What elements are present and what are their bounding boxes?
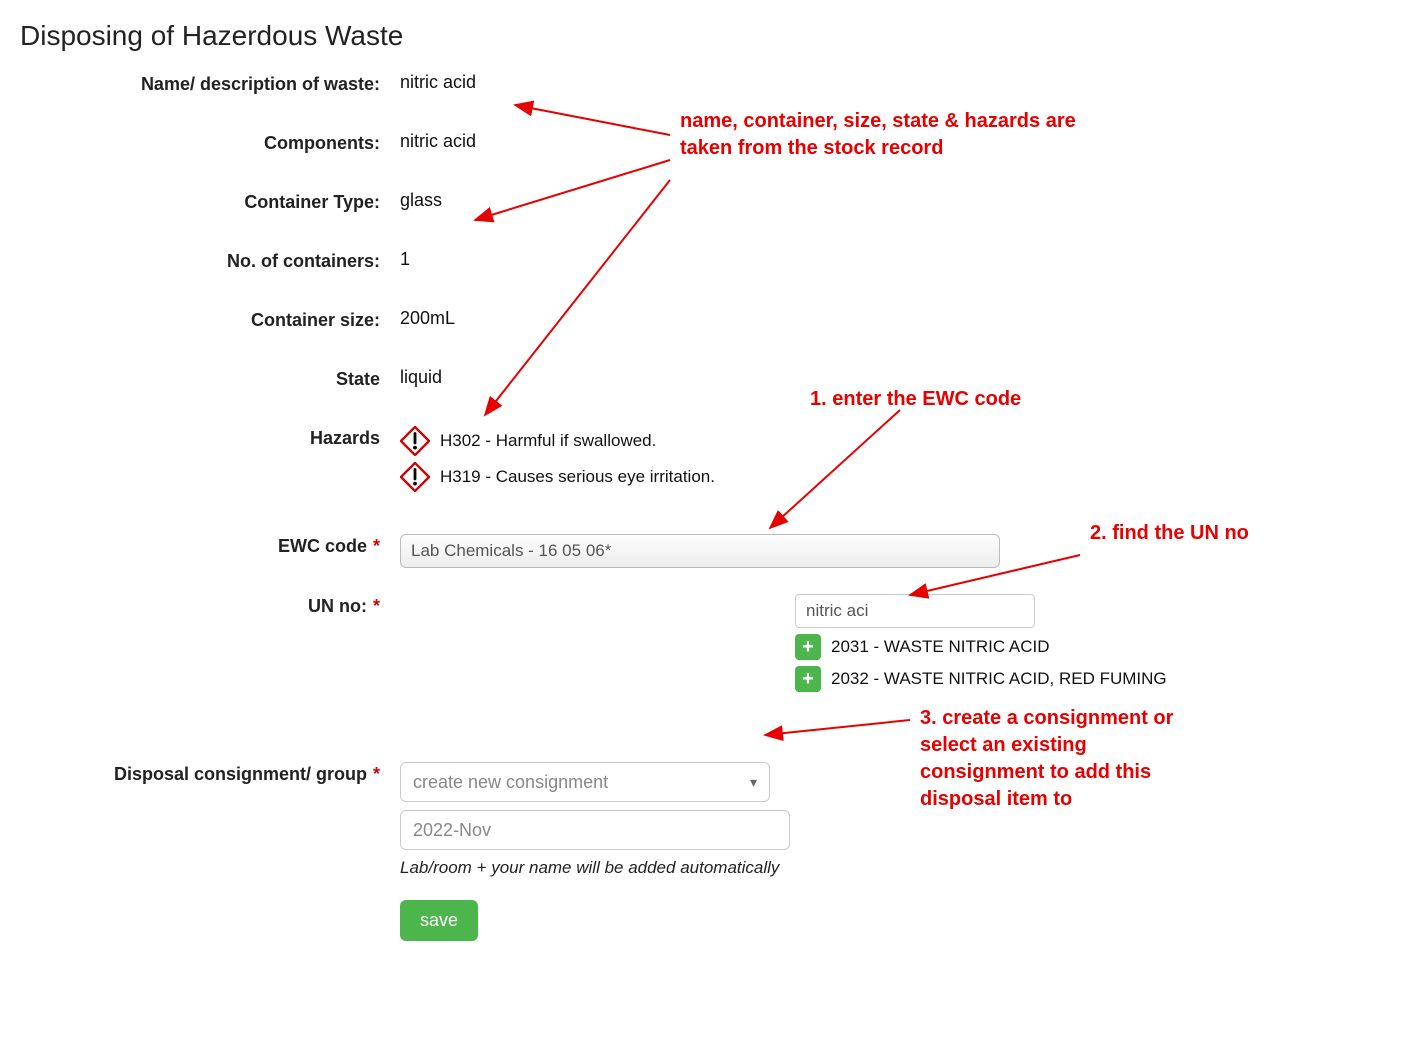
value-state: liquid (400, 367, 1384, 388)
value-container-size: 200mL (400, 308, 1384, 329)
label-ewc: EWC code* (20, 534, 400, 557)
label-container-size: Container size: (20, 308, 400, 331)
hazard-icon (400, 426, 430, 456)
value-components: nitric acid (400, 131, 1384, 152)
value-hazards: H302 - Harmful if swallowed. H319 - Caus… (400, 426, 1384, 498)
un-search-input[interactable] (795, 594, 1035, 628)
un-result[interactable]: 2031 - WASTE NITRIC ACID (831, 637, 1050, 657)
ewc-value: Lab Chemicals - 16 05 06* (411, 541, 611, 561)
consignment-date-input[interactable] (400, 810, 790, 850)
label-num-containers: No. of containers: (20, 249, 400, 272)
un-result[interactable]: 2032 - WASTE NITRIC ACID, RED FUMING (831, 669, 1167, 689)
consignment-select[interactable]: create new consignment ▾ (400, 762, 770, 802)
label-components: Components: (20, 131, 400, 154)
page-title: Disposing of Hazerdous Waste (20, 20, 1384, 52)
hazard-icon (400, 462, 430, 492)
ewc-select[interactable]: Lab Chemicals - 16 05 06* (400, 534, 1000, 568)
helper-text: Lab/room + your name will be added autom… (400, 858, 1384, 878)
label-state: State (20, 367, 400, 390)
label-hazards: Hazards (20, 426, 400, 449)
value-num-containers: 1 (400, 249, 1384, 270)
add-un-button[interactable]: + (795, 634, 821, 660)
save-button[interactable]: save (400, 900, 478, 941)
annotation-step1: 1. enter the EWC code (810, 386, 1021, 413)
consignment-placeholder: create new consignment (413, 772, 608, 793)
value-name: nitric acid (400, 72, 1384, 93)
chevron-down-icon: ▾ (750, 774, 757, 791)
hazard-text: H319 - Causes serious eye irritation. (440, 467, 715, 487)
label-name: Name/ description of waste: (20, 72, 400, 95)
hazard-text: H302 - Harmful if swallowed. (440, 431, 656, 451)
value-container-type: glass (400, 190, 1384, 211)
label-un: UN no:* (20, 594, 400, 617)
add-un-button[interactable]: + (795, 666, 821, 692)
label-disposal: Disposal consignment/ group* (20, 762, 400, 785)
label-container-type: Container Type: (20, 190, 400, 213)
